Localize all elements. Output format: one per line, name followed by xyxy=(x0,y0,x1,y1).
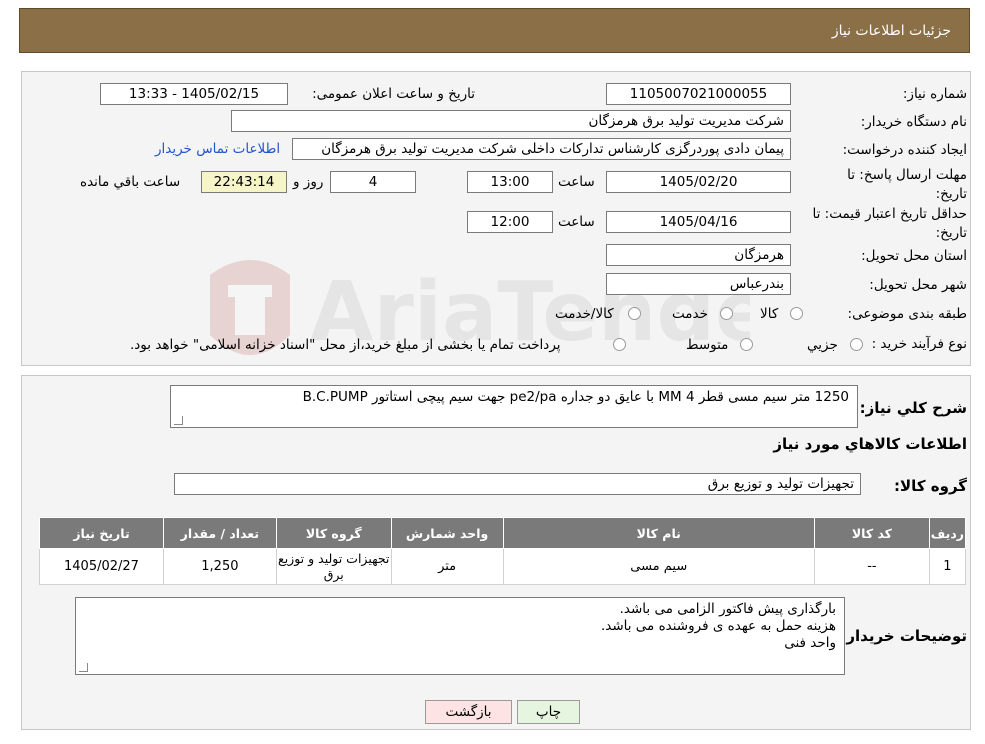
buyer-notes-label: توضیحات خریدار: xyxy=(840,627,967,645)
col-date-header: تاریخ نیاز xyxy=(39,517,164,549)
buyer-notes-line-1: بارگذاری پیش فاکتور الزامی می باشد. xyxy=(619,601,836,617)
description-text: 1250 متر سیم مسی قطر 4 MM با عایق دو جدا… xyxy=(302,389,849,405)
price-validity-label: حداقل تاریخ اعتبار قیمت: تا تاریخ: xyxy=(812,206,967,241)
validity-date-field: 1405/04/16 xyxy=(606,211,791,233)
need-number-field: 1105007021000055 xyxy=(606,83,791,105)
validity-time-field: 12:00 xyxy=(467,211,553,233)
cell-unit: متر xyxy=(390,548,504,585)
days-remaining-field: 4 xyxy=(330,171,416,193)
buyer-notes-line-2: هزینه حمل به عهده ی فروشنده می باشد. xyxy=(600,618,836,634)
category-service-radio[interactable] xyxy=(720,307,733,320)
requester-label: ایجاد کننده درخواست: xyxy=(842,142,967,158)
items-table: ردیف کد کالا نام کالا واحد شمارش گروه کا… xyxy=(39,517,967,585)
table-row: 1 -- سیم مسی متر تجهیزات تولید و توزیع ب… xyxy=(39,548,967,585)
announce-datetime-label: تاریخ و ساعت اعلان عمومی: xyxy=(312,86,475,102)
cell-qty: 1,250 xyxy=(162,548,277,585)
validity-time-label: ساعت xyxy=(558,214,595,230)
province-field: هرمزگان xyxy=(606,244,791,266)
city-label: شهر محل تحویل: xyxy=(869,277,967,293)
remaining-label: ساعت باقي مانده xyxy=(80,174,181,190)
process-minor-label: جزیي xyxy=(807,337,838,353)
col-code-header: کد کالا xyxy=(813,517,930,549)
description-box: 1250 متر سیم مسی قطر 4 MM با عایق دو جدا… xyxy=(170,385,858,428)
category-goods-service-radio[interactable] xyxy=(628,307,641,320)
category-goods-service-label: کالا/خدمت xyxy=(555,306,614,322)
buyer-org-label: نام دستگاه خریدار: xyxy=(860,114,967,130)
category-label: طبقه بندی موضوعی: xyxy=(847,306,967,322)
back-button[interactable]: بازگشت xyxy=(425,700,512,724)
announce-datetime-field: 1405/02/15 - 13:33 xyxy=(100,83,288,105)
category-service-label: خدمت xyxy=(672,306,708,322)
buyer-notes-line-3: واحد فنی xyxy=(784,635,836,651)
table-header-row: ردیف کد کالا نام کالا واحد شمارش گروه کا… xyxy=(39,517,967,549)
process-medium-label: متوسط xyxy=(686,337,729,353)
countdown-timer: 22:43:14 xyxy=(201,171,287,193)
category-goods-radio[interactable] xyxy=(790,307,803,320)
cell-row: 1 xyxy=(928,548,967,585)
goods-group-label: گروه کالا: xyxy=(894,477,967,495)
page-header: جزئیات اطلاعات نیاز xyxy=(19,8,970,53)
reply-date-field: 1405/02/20 xyxy=(606,171,791,193)
reply-deadline-label: مهلت ارسال پاسخ: تا تاریخ: xyxy=(847,167,967,202)
col-unit-header: واحد شمارش xyxy=(390,517,504,549)
process-minor-radio[interactable] xyxy=(850,338,863,351)
notes-resize-handle[interactable] xyxy=(79,663,88,672)
day-and-label: روز و xyxy=(293,174,324,190)
description-label: شرح کلي نياز: xyxy=(859,399,967,417)
buyer-notes-box: بارگذاری پیش فاکتور الزامی می باشد. هزین… xyxy=(75,597,845,675)
buyer-contact-link[interactable]: اطلاعات تماس خریدار xyxy=(155,141,280,157)
cell-code: -- xyxy=(813,548,930,585)
category-goods-label: کالا xyxy=(760,306,779,322)
process-type-label: نوع فرآیند خرید : xyxy=(871,336,967,352)
province-label: استان محل تحویل: xyxy=(861,248,967,264)
treasury-checkbox[interactable] xyxy=(613,338,626,351)
reply-time-field: 13:00 xyxy=(467,171,553,193)
goods-info-heading: اطلاعات کالاهاي مورد نياز xyxy=(773,435,967,453)
reply-time-label: ساعت xyxy=(558,174,595,190)
cell-group: تجهیزات تولید و توزیع برق xyxy=(275,548,392,585)
col-row-header: ردیف xyxy=(928,517,967,549)
goods-group-field: تجهیزات تولید و توزیع برق xyxy=(174,473,861,495)
col-group-header: گروه کالا xyxy=(275,517,392,549)
cell-name: سیم مسی xyxy=(502,548,815,585)
col-name-header: نام کالا xyxy=(502,517,815,549)
need-number-label: شماره نیاز: xyxy=(902,86,967,102)
buyer-org-field: شرکت مدیریت تولید برق هرمزگان xyxy=(231,110,791,132)
cell-date: 1405/02/27 xyxy=(39,548,164,585)
description-resize-handle[interactable] xyxy=(174,416,183,425)
process-medium-radio[interactable] xyxy=(740,338,753,351)
col-qty-header: تعداد / مقدار xyxy=(162,517,277,549)
city-field: بندرعباس xyxy=(606,273,791,295)
page-title: جزئیات اطلاعات نیاز xyxy=(831,22,951,39)
requester-field: پیمان دادی پوردرگزی کارشناس تدارکات داخل… xyxy=(292,138,791,160)
treasury-note: پرداخت تمام یا بخشی از مبلغ خرید،از محل … xyxy=(130,337,561,353)
print-button[interactable]: چاپ xyxy=(517,700,580,724)
